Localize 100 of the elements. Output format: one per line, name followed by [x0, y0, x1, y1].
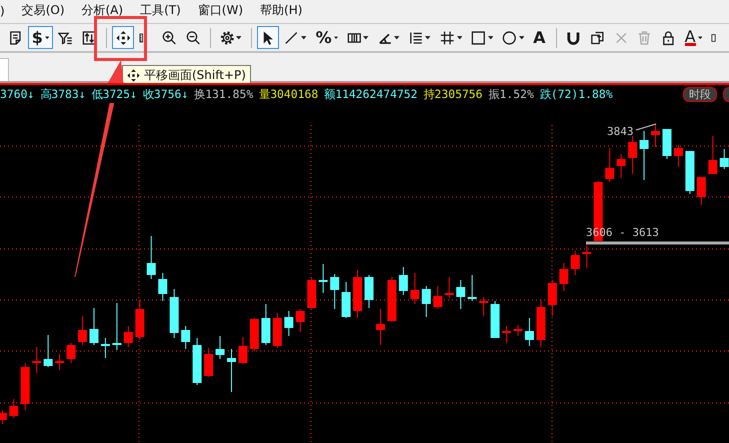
- candle: [640, 130, 649, 180]
- zoom-out-icon: [186, 30, 201, 46]
- candle: [433, 286, 442, 310]
- candle: [89, 308, 98, 346]
- candle: [296, 308, 305, 332]
- menu-item[interactable]: 工具(T): [140, 2, 181, 19]
- line-icon: [284, 30, 300, 46]
- move-icon: [127, 68, 140, 82]
- up-down-icon: [82, 30, 97, 46]
- candle: [100, 338, 110, 358]
- quote-value: 换131.85%: [194, 86, 254, 102]
- candle: [605, 148, 614, 182]
- quote-value: 持2305756: [424, 86, 483, 102]
- candle: [238, 336, 248, 364]
- menu-item[interactable]: 帮助(H): [260, 2, 302, 19]
- quote-value: 低3725↓: [92, 86, 137, 102]
- candle: [284, 310, 294, 336]
- candle: [490, 300, 500, 338]
- candle: [318, 264, 328, 294]
- candle: [55, 354, 64, 370]
- candle: [135, 300, 144, 340]
- candle: [616, 154, 626, 178]
- candle: [502, 326, 512, 344]
- toolbar-button[interactable]: A: [680, 26, 706, 49]
- candle: [216, 336, 225, 360]
- candle: [628, 136, 638, 174]
- magnet-icon: [566, 30, 581, 46]
- candle: [651, 124, 660, 148]
- quote-value: 3760↓: [0, 87, 34, 101]
- candle: [570, 250, 580, 276]
- menu-item[interactable]: 交易(O): [22, 2, 64, 19]
- toolbar-button[interactable]: $: [28, 26, 54, 49]
- candle: [66, 342, 76, 364]
- toolbar-button[interactable]: %: [312, 26, 342, 49]
- candle: [674, 144, 683, 168]
- candle: [387, 276, 396, 322]
- quote-value: 额114262474752: [324, 86, 418, 102]
- candle: [720, 148, 729, 170]
- candle: [364, 274, 374, 308]
- candle: [708, 136, 718, 174]
- highlight-box: [94, 16, 147, 61]
- candle: [444, 276, 454, 298]
- period-button[interactable]: 时段: [683, 86, 717, 102]
- candle: [479, 296, 488, 316]
- lock-icon: [660, 30, 676, 46]
- candle: [307, 278, 316, 310]
- candle: [0, 410, 7, 424]
- candle: [158, 272, 168, 302]
- candle: [524, 318, 534, 346]
- quote-value: 跌(72)1.88%: [540, 86, 613, 102]
- quote-value: 振1.52%: [488, 86, 534, 102]
- candle: [32, 346, 42, 374]
- candle: [353, 270, 362, 318]
- grid-icon: [440, 30, 455, 46]
- circle-icon: [502, 30, 517, 46]
- candle: [559, 262, 568, 292]
- report-icon: [8, 30, 23, 46]
- quote-value: 收3756↓: [142, 86, 188, 102]
- quote-value: 高3783↓: [40, 86, 86, 102]
- quote-value: 量3040168: [259, 86, 318, 102]
- candle: [170, 288, 179, 338]
- high-price-label: 3843: [607, 125, 634, 138]
- menu-item[interactable]: 窗口(W): [198, 2, 244, 19]
- candle: [124, 326, 133, 348]
- candle: [422, 286, 431, 318]
- rectangle-icon: [470, 30, 486, 46]
- move-icon: [116, 30, 130, 46]
- toolbar-button[interactable]: [256, 26, 280, 49]
- menu-item[interactable]: 分析(A): [82, 2, 124, 19]
- candle: [78, 316, 88, 346]
- list-icon: [408, 30, 424, 46]
- leader-line: [636, 124, 656, 130]
- candle: [582, 244, 592, 268]
- candle: [342, 282, 351, 318]
- candle: [514, 324, 522, 336]
- candle: [685, 150, 694, 194]
- candle: [330, 274, 340, 310]
- candle: [536, 300, 546, 348]
- candle: [456, 280, 466, 310]
- menu-item[interactable]: ): [0, 4, 5, 18]
- candle: [696, 176, 706, 206]
- copy-icon: [590, 30, 604, 46]
- candle: [272, 312, 282, 348]
- candle: [261, 304, 270, 346]
- candle: [662, 128, 672, 160]
- candle: [250, 318, 259, 352]
- candle: [376, 308, 385, 346]
- trash-icon: [637, 30, 652, 46]
- candle: [468, 274, 477, 302]
- candle: [44, 334, 53, 368]
- candle: [9, 398, 18, 418]
- toolbar-button[interactable]: A: [529, 26, 552, 49]
- candle: [192, 338, 202, 386]
- zoom-in-icon: [162, 30, 178, 46]
- candle: [146, 236, 156, 280]
- candle: [181, 326, 190, 350]
- candle: [204, 348, 214, 378]
- candle: [398, 266, 408, 296]
- toolbar-button[interactable]: [112, 26, 134, 49]
- candle: [112, 302, 122, 350]
